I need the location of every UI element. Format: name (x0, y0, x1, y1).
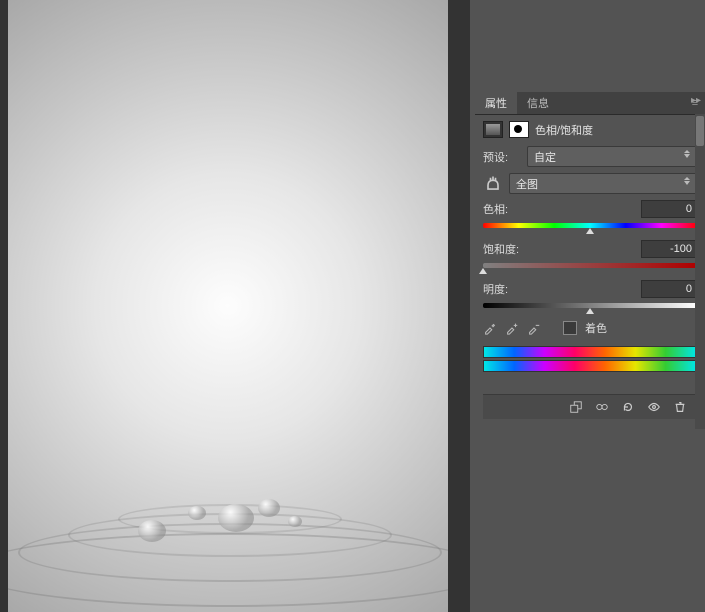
spectrum-bottom (483, 360, 697, 372)
eyedropper-minus-icon[interactable] (527, 321, 541, 335)
collapse-icon[interactable]: ▸▸ (665, 92, 685, 114)
preset-value: 自定 (534, 149, 556, 165)
spectrum-top (483, 346, 697, 358)
saturation-label: 饱和度: (483, 241, 519, 257)
hue-value[interactable]: 0 (641, 200, 697, 218)
colorize-checkbox[interactable] (563, 321, 577, 335)
lightness-thumb[interactable] (586, 308, 594, 314)
saturation-value[interactable]: -100 (641, 240, 697, 258)
hue-slider: 色相: 0 (483, 200, 697, 232)
preset-label: 预设: (483, 149, 521, 165)
adjustment-header: 色相/饱和度 (483, 121, 697, 138)
colorize-label: 着色 (585, 320, 607, 336)
lightness-slider: 明度: 0 (483, 280, 697, 312)
lightness-track[interactable] (483, 300, 697, 312)
water-image (8, 462, 448, 612)
saturation-slider: 饱和度: -100 (483, 240, 697, 272)
adjustment-thumb-icon (483, 121, 503, 138)
preset-row: 预设: 自定 (483, 146, 697, 167)
document-canvas[interactable] (8, 0, 448, 612)
preset-select[interactable]: 自定 (527, 146, 697, 167)
panel-tabbar: 属性 信息 ▸▸ ≡ (475, 92, 705, 115)
scrollbar-thumb[interactable] (696, 116, 704, 146)
eyedropper-row: 着色 (483, 320, 697, 336)
delete-icon[interactable] (669, 398, 691, 416)
eyedropper-icon[interactable] (483, 321, 497, 335)
workspace (0, 0, 470, 612)
hue-track[interactable] (483, 220, 697, 232)
range-row: 全图 (483, 173, 697, 194)
reset-icon[interactable] (617, 398, 639, 416)
saturation-track[interactable] (483, 260, 697, 272)
targeted-adjust-icon[interactable] (483, 175, 503, 193)
panel-body: 色相/饱和度 预设: 自定 全图 色相: 0 (475, 115, 705, 429)
panel-scrollbar[interactable] (695, 114, 705, 429)
range-value: 全图 (516, 176, 538, 192)
adjustment-title: 色相/饱和度 (535, 122, 593, 138)
eyedropper-plus-icon[interactable] (505, 321, 519, 335)
clip-to-layer-icon[interactable] (565, 398, 587, 416)
properties-panel: 属性 信息 ▸▸ ≡ 色相/饱和度 预设: 自定 全图 (475, 92, 705, 429)
tab-info[interactable]: 信息 (517, 92, 559, 114)
panel-footer (483, 394, 697, 419)
layer-mask-icon[interactable] (509, 121, 529, 138)
visibility-icon[interactable] (643, 398, 665, 416)
lightness-label: 明度: (483, 281, 508, 297)
range-select[interactable]: 全图 (509, 173, 697, 194)
saturation-thumb[interactable] (479, 268, 487, 274)
view-previous-icon[interactable] (591, 398, 613, 416)
hue-label: 色相: (483, 201, 508, 217)
tab-properties[interactable]: 属性 (475, 92, 517, 114)
lightness-value[interactable]: 0 (641, 280, 697, 298)
hue-thumb[interactable] (586, 228, 594, 234)
